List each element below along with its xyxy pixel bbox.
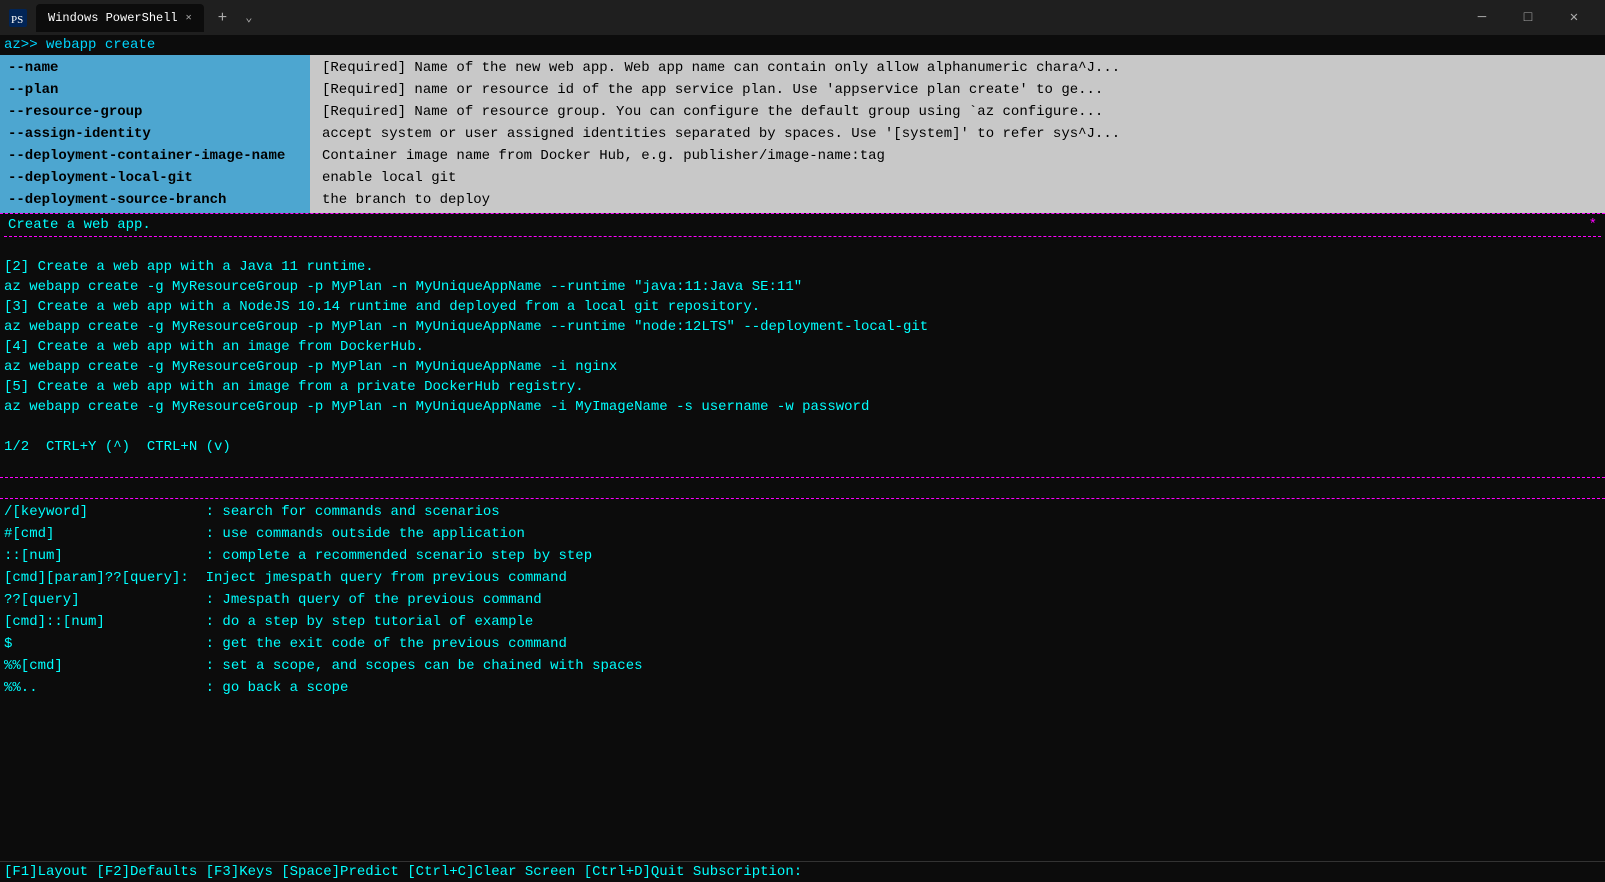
ac-desc-assign-identity: accept system or user assigned identitie… xyxy=(318,123,1597,145)
new-tab-button[interactable]: + xyxy=(212,9,234,27)
help-line-jmespath: ??[query] : Jmespath query of the previo… xyxy=(4,589,1601,611)
powershell-icon: PS xyxy=(8,8,28,28)
ac-item-name: --name xyxy=(0,57,310,79)
ac-desc-assign-identity-text: accept system or user assigned identitie… xyxy=(318,123,1124,145)
blank-line-4 xyxy=(0,478,1605,498)
example-5-command: az webapp create -g MyResourceGroup -p M… xyxy=(4,397,1601,417)
ac-row-source-branch[interactable]: --deployment-source-branch xyxy=(0,189,310,211)
ac-desc-resource-group-text: [Required] Name of resource group. You c… xyxy=(318,101,1107,123)
help-line-num: ::[num] : complete a recommended scenari… xyxy=(4,545,1601,567)
ac-row-resource-group[interactable]: --resource-group xyxy=(0,101,310,123)
ac-row-local-git[interactable]: --deployment-local-git xyxy=(0,167,310,189)
help-line-tutorial: [cmd]::[num] : do a step by step tutoria… xyxy=(4,611,1601,633)
ac-desc-plan: [Required] name or resource id of the ap… xyxy=(318,79,1597,101)
help-line-keyword: /[keyword] : search for commands and sce… xyxy=(4,501,1601,523)
maximize-button[interactable]: □ xyxy=(1505,0,1551,35)
page-info: 1/2 CTRL+Y (^) CTRL+N (v) xyxy=(4,437,1601,457)
ac-item-assign-identity: --assign-identity xyxy=(0,123,310,145)
ac-desc-local-git: enable local git xyxy=(318,167,1597,189)
help-line-scope: %%[cmd] : set a scope, and scopes can be… xyxy=(4,655,1601,677)
help-line-cmd: #[cmd] : use commands outside the applic… xyxy=(4,523,1601,545)
blank-line-2 xyxy=(4,417,1601,437)
ac-desc-container-image-text: Container image name from Docker Hub, e.… xyxy=(318,145,889,167)
status-bar: [F1]Layout [F2]Defaults [F3]Keys [Space]… xyxy=(0,861,1605,882)
ac-item-resource-group: --resource-group xyxy=(0,101,310,123)
example-2-label: [2] Create a web app with a Java 11 runt… xyxy=(4,257,1601,277)
minimize-button[interactable]: ─ xyxy=(1459,0,1505,35)
help-line-exitcode: $ : get the exit code of the previous co… xyxy=(4,633,1601,655)
create-webapp-text: Create a web app. xyxy=(8,214,151,236)
terminal: az>> webapp create --name --plan --resou… xyxy=(0,35,1605,882)
star-symbol: * xyxy=(1589,214,1597,236)
tab-powershell[interactable]: Windows PowerShell ✕ xyxy=(36,4,204,32)
help-line-back: %%.. : go back a scope xyxy=(4,677,1601,699)
prompt-prefix: az>> xyxy=(4,37,38,53)
example-3-label: [3] Create a web app with a NodeJS 10.14… xyxy=(4,297,1601,317)
ac-desc-local-git-text: enable local git xyxy=(318,167,460,189)
ac-desc-name-text: [Required] Name of the new web app. Web … xyxy=(318,57,1124,79)
blank-line-3 xyxy=(4,457,1601,477)
ac-desc-plan-text: [Required] name or resource id of the ap… xyxy=(318,79,1107,101)
prompt-command: webapp create xyxy=(38,37,156,53)
tab-close-button[interactable]: ✕ xyxy=(186,12,192,24)
svg-text:PS: PS xyxy=(11,14,23,26)
autocomplete-right: [Required] Name of the new web app. Web … xyxy=(310,55,1605,213)
autocomplete-panel: --name --plan --resource-group --assign-… xyxy=(0,55,1605,213)
ac-desc-source-branch-text: the branch to deploy xyxy=(318,189,494,211)
ac-desc-source-branch: the branch to deploy xyxy=(318,189,1597,211)
status-bar-text: [F1]Layout [F2]Defaults [F3]Keys [Space]… xyxy=(4,864,802,880)
example-4-label: [4] Create a web app with an image from … xyxy=(4,337,1601,357)
ac-desc-resource-group: [Required] Name of resource group. You c… xyxy=(318,101,1597,123)
prompt-line: az>> webapp create xyxy=(0,35,1605,55)
window-controls: ─ □ ✕ xyxy=(1459,0,1597,35)
blank-line-1 xyxy=(4,237,1601,257)
help-section: /[keyword] : search for commands and sce… xyxy=(0,499,1605,701)
example-3-command: az webapp create -g MyResourceGroup -p M… xyxy=(4,317,1601,337)
ac-item-plan: --plan xyxy=(0,79,310,101)
ac-row-container-image[interactable]: --deployment-container-image-name xyxy=(0,145,310,167)
ac-row-plan[interactable]: --plan xyxy=(0,79,310,101)
autocomplete-left: --name --plan --resource-group --assign-… xyxy=(0,55,310,213)
ac-item-local-git: --deployment-local-git xyxy=(0,167,310,189)
ac-row-assign-identity[interactable]: --assign-identity xyxy=(0,123,310,145)
close-button[interactable]: ✕ xyxy=(1551,0,1597,35)
tab-dropdown-button[interactable]: ⌄ xyxy=(241,10,256,25)
help-line-query: [cmd][param]??[query]: Inject jmespath q… xyxy=(4,567,1601,589)
create-webapp-line: Create a web app. * xyxy=(4,214,1601,236)
ac-item-source-branch: --deployment-source-branch xyxy=(0,189,310,211)
example-2-command: az webapp create -g MyResourceGroup -p M… xyxy=(4,277,1601,297)
ac-desc-name: [Required] Name of the new web app. Web … xyxy=(318,57,1597,79)
tab-label: Windows PowerShell xyxy=(48,11,178,25)
example-5-label: [5] Create a web app with an image from … xyxy=(4,377,1601,397)
title-bar: PS Windows PowerShell ✕ + ⌄ ─ □ ✕ xyxy=(0,0,1605,35)
example-4-command: az webapp create -g MyResourceGroup -p M… xyxy=(4,357,1601,377)
ac-item-container-image: --deployment-container-image-name xyxy=(0,145,310,167)
ac-desc-container-image: Container image name from Docker Hub, e.… xyxy=(318,145,1597,167)
ac-row-name[interactable]: --name xyxy=(0,57,310,79)
main-content: Create a web app. * [2] Create a web app… xyxy=(0,214,1605,477)
